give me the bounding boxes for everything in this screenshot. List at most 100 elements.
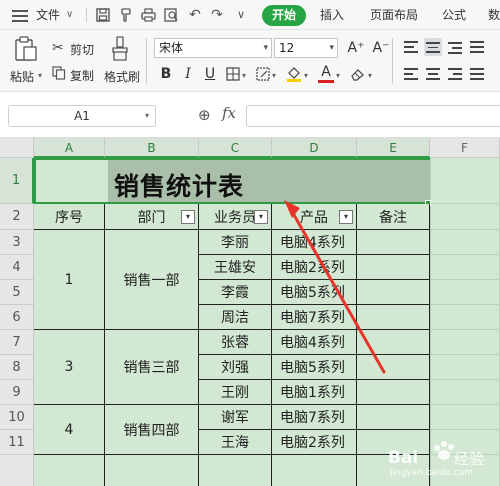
format-brush-icon[interactable]: [110, 36, 130, 62]
row-header-7[interactable]: 7: [0, 330, 34, 355]
product-cell[interactable]: 电脑5系列: [272, 355, 357, 380]
row-header-6[interactable]: 6: [0, 305, 34, 330]
column-header-a[interactable]: A: [34, 138, 105, 158]
group-index-cell[interactable]: 3: [34, 330, 105, 405]
row-header-2[interactable]: 2: [0, 204, 34, 230]
align-left-icon[interactable]: [402, 65, 420, 83]
salesperson-cell[interactable]: 王海: [199, 430, 272, 455]
decrease-font-size-button[interactable]: A⁻: [370, 39, 392, 57]
paste-button[interactable]: 粘贴: [10, 68, 34, 85]
note-cell[interactable]: [357, 405, 430, 430]
chevron-down-icon[interactable]: ▾: [304, 71, 308, 80]
align-justify-icon[interactable]: [468, 38, 486, 56]
salesperson-cell[interactable]: 王刚: [199, 380, 272, 405]
filter-dropdown-icon[interactable]: ▾: [254, 210, 268, 224]
department-cell[interactable]: 销售三部: [105, 330, 199, 405]
note-cell[interactable]: [357, 255, 430, 280]
column-header-e[interactable]: E: [357, 138, 430, 158]
increase-font-size-button[interactable]: A⁺: [345, 39, 367, 57]
column-header-f[interactable]: F: [430, 138, 500, 158]
note-cell[interactable]: [357, 280, 430, 305]
group-index-cell[interactable]: 4: [34, 405, 105, 455]
file-menu-chevron-icon[interactable]: ∨: [66, 0, 73, 30]
product-cell[interactable]: 电脑7系列: [272, 305, 357, 330]
salesperson-cell[interactable]: 李霞: [199, 280, 272, 305]
tab-insert[interactable]: 插入: [320, 0, 344, 30]
salesperson-cell[interactable]: 谢军: [199, 405, 272, 430]
zoom-icon[interactable]: ⊕: [198, 106, 211, 124]
chevron-down-icon[interactable]: ▾: [272, 71, 276, 80]
print-icon[interactable]: [139, 0, 157, 30]
column-header-b[interactable]: B: [105, 138, 199, 158]
format-painter-icon[interactable]: [117, 0, 135, 30]
department-cell[interactable]: 销售四部: [105, 405, 199, 455]
align-center-icon[interactable]: [424, 65, 442, 83]
column-header-d[interactable]: D: [272, 138, 357, 158]
align-middle-icon[interactable]: [424, 38, 442, 56]
note-cell[interactable]: [357, 305, 430, 330]
undo-icon[interactable]: ↶: [186, 0, 204, 30]
underline-button[interactable]: U: [202, 65, 218, 83]
copy-button[interactable]: 复制: [70, 67, 94, 84]
align-bottom-icon[interactable]: [446, 38, 464, 56]
product-cell[interactable]: 电脑4系列: [272, 330, 357, 355]
filter-dropdown-icon[interactable]: ▾: [181, 210, 195, 224]
tab-home[interactable]: 开始: [262, 5, 306, 26]
header-cell[interactable]: 部门 ▾: [105, 204, 199, 230]
title-cell[interactable]: 销售统计表: [34, 158, 430, 204]
product-cell[interactable]: 电脑4系列: [272, 230, 357, 255]
name-box[interactable]: A1 ▾: [8, 105, 156, 127]
bold-button[interactable]: B: [158, 65, 174, 83]
cut-button[interactable]: 剪切: [70, 41, 94, 58]
table-cell[interactable]: [199, 455, 272, 486]
note-cell[interactable]: [357, 330, 430, 355]
eraser-icon[interactable]: [350, 67, 366, 81]
chevron-down-icon[interactable]: ▾: [368, 71, 372, 80]
cell-style-icon[interactable]: [256, 67, 270, 81]
note-cell[interactable]: [357, 230, 430, 255]
row-header-9[interactable]: 9: [0, 380, 34, 405]
row-header-10[interactable]: 10: [0, 405, 34, 430]
row-header-11[interactable]: 11: [0, 430, 34, 455]
note-cell[interactable]: [357, 380, 430, 405]
filter-dropdown-icon[interactable]: ▾: [339, 210, 353, 224]
fx-icon[interactable]: fx: [222, 104, 236, 122]
salesperson-cell[interactable]: 王雄安: [199, 255, 272, 280]
tab-data[interactable]: 数: [488, 0, 500, 30]
font-name-select[interactable]: 宋体 ▾: [154, 38, 272, 58]
align-top-icon[interactable]: [402, 38, 420, 56]
table-cell[interactable]: [34, 455, 105, 486]
header-cell[interactable]: 备注: [357, 204, 430, 230]
product-cell[interactable]: 电脑5系列: [272, 280, 357, 305]
hamburger-menu-icon[interactable]: [12, 0, 30, 30]
save-icon[interactable]: [94, 0, 112, 30]
fill-color-icon[interactable]: [286, 65, 302, 83]
row-header-1[interactable]: 1: [0, 158, 34, 204]
format-painter-button[interactable]: 格式刷: [104, 68, 140, 85]
header-cell[interactable]: 业务员 ▾: [199, 204, 272, 230]
salesperson-cell[interactable]: 李丽: [199, 230, 272, 255]
header-cell[interactable]: 产品 ▾: [272, 204, 357, 230]
product-cell[interactable]: 电脑1系列: [272, 380, 357, 405]
distribute-icon[interactable]: [468, 65, 486, 83]
department-cell[interactable]: 销售一部: [105, 230, 199, 330]
file-menu[interactable]: 文件: [36, 0, 60, 30]
product-cell[interactable]: 电脑2系列: [272, 430, 357, 455]
table-cell[interactable]: [105, 455, 199, 486]
font-size-select[interactable]: 12 ▾: [274, 38, 338, 58]
paste-icon[interactable]: [14, 36, 38, 62]
note-cell[interactable]: [357, 355, 430, 380]
header-cell[interactable]: 序号: [34, 204, 105, 230]
salesperson-cell[interactable]: 张蓉: [199, 330, 272, 355]
chevron-down-icon[interactable]: ∨: [232, 0, 250, 30]
row-header-3[interactable]: 3: [0, 230, 34, 255]
redo-icon[interactable]: ↷: [208, 0, 226, 30]
group-index-cell[interactable]: 1: [34, 230, 105, 330]
formula-input[interactable]: [246, 105, 500, 127]
column-header-c[interactable]: C: [199, 138, 272, 158]
italic-button[interactable]: I: [180, 65, 196, 83]
row-header-12[interactable]: [0, 455, 34, 486]
select-all-corner[interactable]: [0, 138, 34, 158]
salesperson-cell[interactable]: 周洁: [199, 305, 272, 330]
align-right-icon[interactable]: [446, 65, 464, 83]
